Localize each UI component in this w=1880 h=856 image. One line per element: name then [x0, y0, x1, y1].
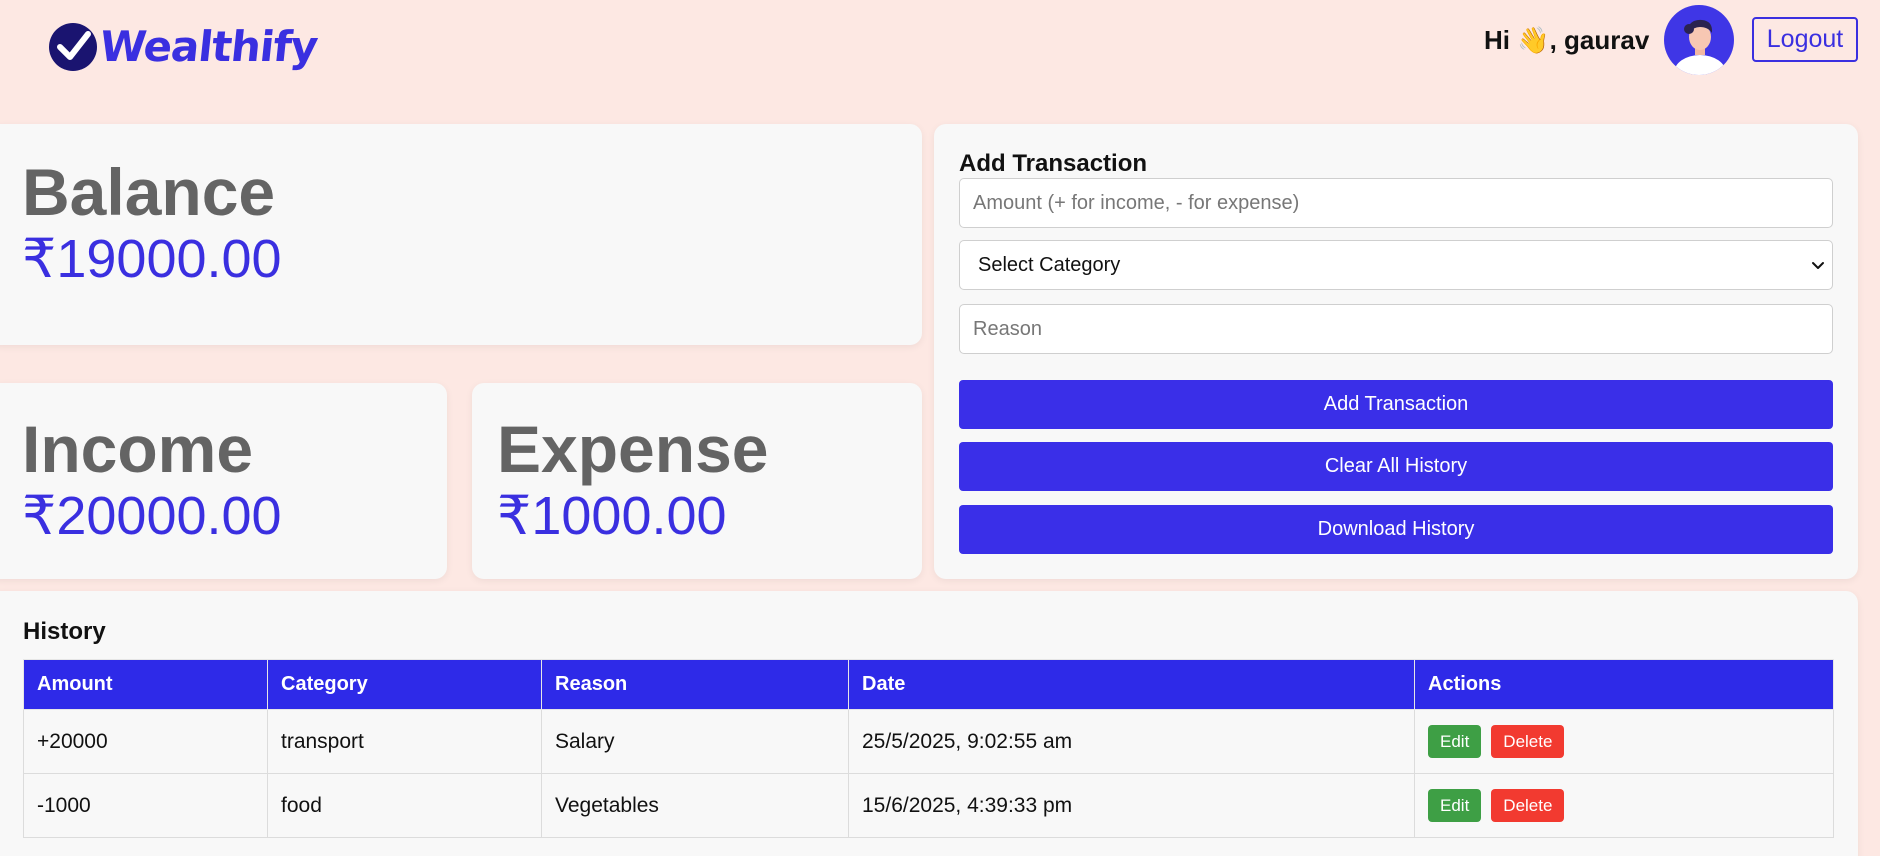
cell-category: transport	[267, 709, 542, 774]
amount-input[interactable]	[959, 178, 1833, 228]
avatar-person-icon	[1674, 19, 1726, 75]
cell-amount: +20000	[23, 709, 268, 774]
expense-label: Expense	[497, 412, 769, 486]
category-select[interactable]: Select Category	[959, 240, 1833, 290]
cell-actions: Edit Delete	[1414, 709, 1834, 774]
logo-text: Wealthify	[97, 21, 320, 71]
column-header-category: Category	[267, 659, 542, 710]
column-header-amount: Amount	[23, 659, 268, 710]
cell-date: 15/6/2025, 4:39:33 pm	[848, 773, 1415, 838]
table-row: -1000 food Vegetables 15/6/2025, 4:39:33…	[23, 773, 1834, 838]
cell-actions: Edit Delete	[1414, 773, 1834, 838]
reason-input[interactable]	[959, 304, 1833, 354]
income-card: Income ₹20000.00	[0, 383, 447, 579]
clear-history-button[interactable]: Clear All History	[959, 442, 1833, 491]
add-transaction-title: Add Transaction	[959, 150, 1148, 177]
column-header-reason: Reason	[541, 659, 849, 710]
income-label: Income	[22, 412, 254, 486]
balance-value: ₹19000.00	[22, 229, 282, 289]
history-table: Amount Category Reason Date Actions +200…	[23, 659, 1834, 838]
logo[interactable]: Wealthify	[48, 20, 320, 72]
logout-button[interactable]: Logout	[1752, 17, 1858, 62]
download-history-button[interactable]: Download History	[959, 505, 1833, 554]
history-header-row: Amount Category Reason Date Actions	[23, 659, 1834, 710]
table-row: +20000 transport Salary 25/5/2025, 9:02:…	[23, 709, 1834, 774]
category-select-value: Select Category	[978, 253, 1121, 276]
checkmark-logo-icon	[49, 23, 97, 71]
top-header: Wealthify Hi 👋, gaurav Logout	[0, 0, 1880, 100]
chevron-down-icon	[1812, 262, 1824, 269]
history-title: History	[23, 618, 106, 645]
add-transaction-panel: Add Transaction Select Category Add Tran…	[934, 124, 1858, 579]
user-avatar[interactable]	[1664, 5, 1734, 75]
cell-reason: Salary	[541, 709, 849, 774]
balance-card: Balance ₹19000.00	[0, 124, 922, 345]
balance-label: Balance	[22, 155, 276, 229]
edit-button[interactable]: Edit	[1428, 725, 1482, 758]
cell-reason: Vegetables	[541, 773, 849, 838]
user-greeting: Hi 👋, gaurav	[1484, 25, 1650, 55]
delete-button[interactable]: Delete	[1491, 725, 1565, 758]
history-panel: History Amount Category Reason Date Acti…	[0, 591, 1858, 856]
column-header-date: Date	[848, 659, 1415, 710]
cell-category: food	[267, 773, 542, 838]
add-transaction-button[interactable]: Add Transaction	[959, 380, 1833, 429]
cell-date: 25/5/2025, 9:02:55 am	[848, 709, 1415, 774]
expense-card: Expense ₹1000.00	[472, 383, 922, 579]
cell-amount: -1000	[23, 773, 268, 838]
income-value: ₹20000.00	[22, 486, 282, 546]
expense-value: ₹1000.00	[497, 486, 727, 546]
column-header-actions: Actions	[1414, 659, 1834, 710]
delete-button[interactable]: Delete	[1491, 789, 1565, 822]
edit-button[interactable]: Edit	[1428, 789, 1482, 822]
